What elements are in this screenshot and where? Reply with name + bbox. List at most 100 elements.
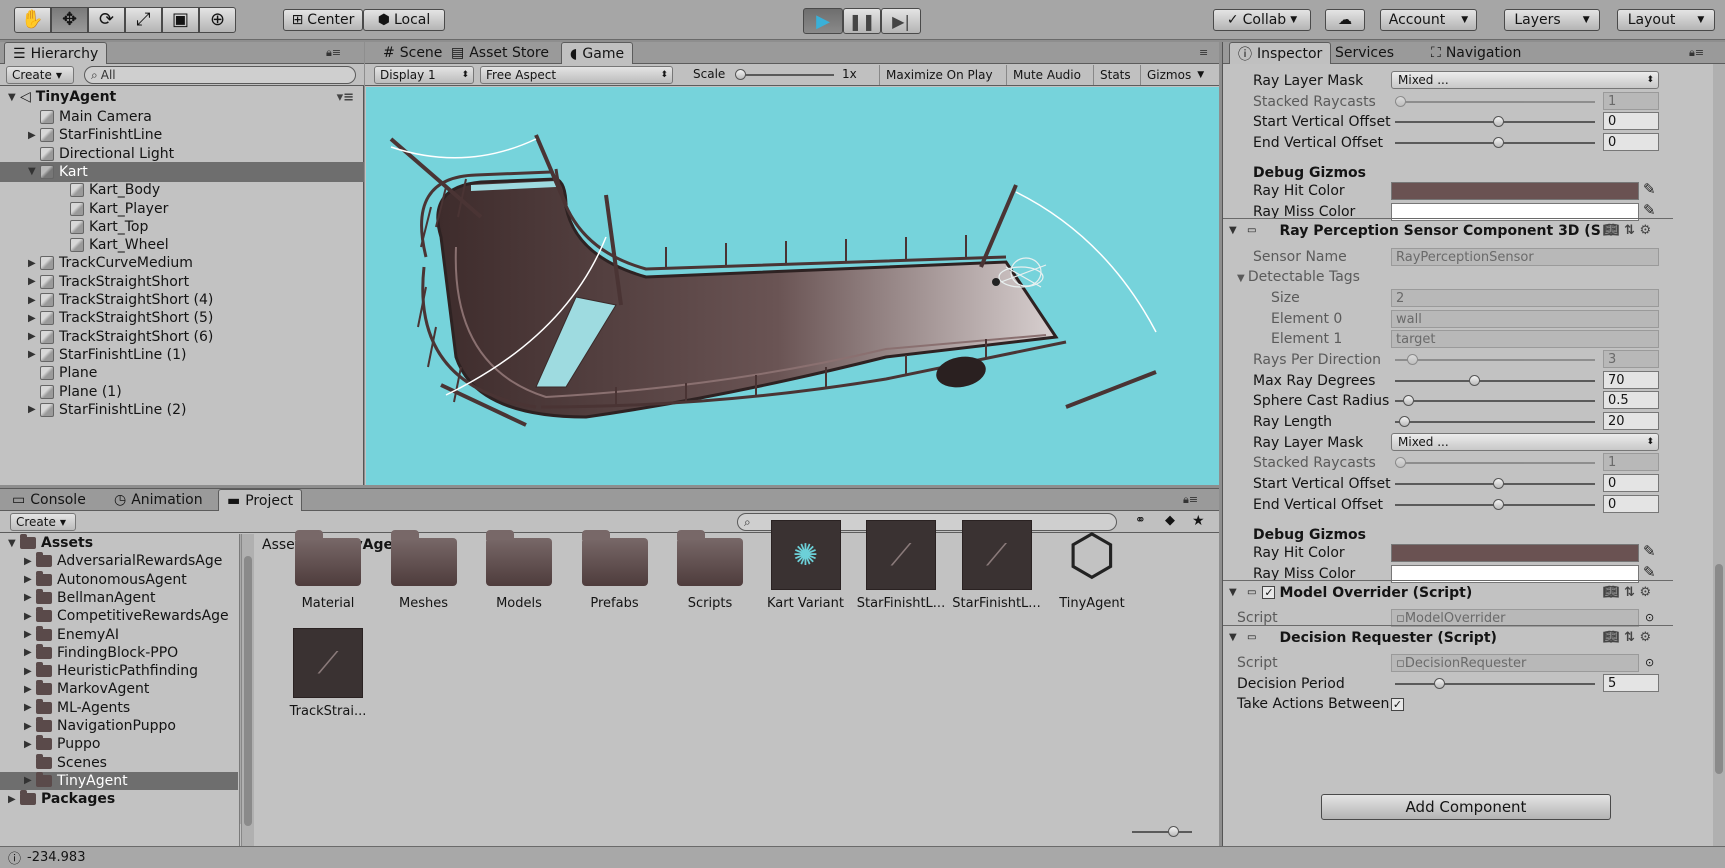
project-scrollbar[interactable] [241,534,254,847]
hierarchy-item[interactable]: ▼ Kart [0,161,364,182]
eyedropper-icon[interactable]: ✎ [1643,563,1656,581]
slider-knob[interactable] [1395,457,1406,468]
asset-item[interactable]: ⟋ TrackStrai... [288,628,368,719]
hierarchy-search-input[interactable]: ⌕ All [84,66,356,84]
tab-navigation[interactable]: ⛶ Navigation [1423,42,1529,64]
hierarchy-item[interactable]: ▶ TrackStraightShort (6) [0,327,364,347]
project-tree-item[interactable]: ▶ FindingBlock-PPO [0,643,238,662]
hierarchy-item[interactable]: ▶ TrackCurveMedium [0,253,364,273]
rect-tool-icon[interactable]: ▣ [162,7,199,33]
collapsed-arrow-icon[interactable]: ▶ [24,721,36,732]
asset-item[interactable]: ⬡ TinyAgent [1052,520,1132,612]
display-dropdown[interactable]: Display 1 ⬍ [374,66,474,84]
tab-services[interactable]: Services [1327,42,1402,64]
project-tree-item[interactable]: ▶ AutonomousAgent [0,570,238,589]
hierarchy-item[interactable]: Kart_Wheel [0,235,364,255]
property-slider[interactable] [1395,354,1595,365]
eyedropper-icon[interactable]: ✎ [1643,542,1656,560]
property-text-field[interactable]: target [1391,330,1659,348]
hierarchy-item[interactable]: Kart_Body [0,180,364,200]
move-tool-icon[interactable]: ✥ [51,7,88,33]
layers-dropdown[interactable]: Layers ▼ [1504,9,1600,31]
collapsed-arrow-icon[interactable]: ▶ [28,404,40,415]
favorite-star-icon[interactable]: ★ [1192,513,1205,529]
hierarchy-item[interactable]: ▶ TrackStraightShort (5) [0,308,364,328]
inspector-scrollbar[interactable] [1713,64,1725,846]
tab-inspector[interactable]: ⓘ Inspector [1229,42,1332,64]
tab-project[interactable]: ▬ Project [218,489,303,511]
expanded-arrow-icon[interactable]: ▼ [8,538,20,549]
pause-button[interactable]: ❚❚ [843,8,881,34]
project-tree-item[interactable]: ▶ Packages [0,790,238,808]
filter-type-icon[interactable]: ⚭ [1135,513,1146,528]
property-number-field[interactable]: 3 [1603,350,1659,368]
tab-scene[interactable]: # Scene [375,42,450,64]
eyedropper-icon[interactable]: ✎ [1643,180,1656,198]
collapsed-arrow-icon[interactable]: ▶ [28,276,40,287]
collapsed-arrow-icon[interactable]: ▶ [24,684,36,695]
panel-menu-icon[interactable]: ≡ [1199,46,1208,59]
hierarchy-item[interactable]: Main Camera [0,107,364,127]
collapsed-arrow-icon[interactable]: ▶ [28,313,40,324]
collapsed-arrow-icon[interactable]: ▶ [24,702,36,713]
tab-game[interactable]: ◖ Game [561,42,634,64]
script-object-field[interactable]: ▫ DecisionRequester [1391,654,1639,672]
ray-hit-color-field[interactable] [1391,544,1639,562]
mute-audio-toggle[interactable]: Mute Audio [1006,65,1087,85]
game-viewport[interactable] [366,87,1219,485]
asset-item[interactable]: Prefabs [575,520,655,611]
component-enabled-checkbox[interactable]: ✓ [1262,586,1276,599]
status-message[interactable]: -234.983 [27,850,85,865]
property-slider[interactable] [1395,478,1595,489]
collapsed-arrow-icon[interactable]: ▶ [8,794,20,805]
property-slider[interactable] [1395,678,1595,689]
collapsed-arrow-icon[interactable]: ▶ [24,666,36,677]
collapsed-arrow-icon[interactable]: ▶ [24,775,36,786]
collapsed-arrow-icon[interactable]: ▶ [28,295,40,306]
slider-knob[interactable] [1493,478,1504,489]
create-dropdown[interactable]: Create ▼ [6,66,74,84]
asset-item[interactable]: ⟋ StarFinishtL... [857,520,945,611]
hierarchy-item[interactable]: Kart_Top [0,217,364,237]
pivot-local-button[interactable]: ⬢ Local [363,9,445,31]
slider-knob[interactable] [1434,678,1446,689]
slider-knob[interactable] [1395,96,1406,107]
component-settings-icons[interactable]: 📖︎ ⇅ ⚙ [1603,585,1651,600]
thumbnail-size-slider[interactable] [1132,826,1192,837]
property-slider[interactable] [1395,416,1595,427]
object-picker-icon[interactable]: ⊙ [1645,611,1654,624]
asset-item[interactable]: Models [479,520,559,611]
hierarchy-item[interactable]: Kart_Player [0,199,364,219]
project-tree-item[interactable]: ▶ TinyAgent [0,771,238,790]
hierarchy-item[interactable]: Plane [0,363,364,383]
asset-item[interactable]: ⟋ StarFinishtL... [952,520,1041,611]
collapsed-arrow-icon[interactable]: ▶ [28,349,40,360]
thumbnail-size-knob[interactable] [1168,826,1179,837]
hierarchy-item[interactable]: ▶ TrackStraightShort [0,272,364,292]
property-number-field[interactable]: 1 [1603,92,1659,110]
component-settings-icons[interactable]: 📖︎ ⇅ ⚙ [1603,630,1651,645]
property-slider[interactable] [1395,96,1595,107]
property-slider[interactable] [1395,116,1595,127]
take-actions-between-checkbox[interactable]: ✓ [1391,698,1404,711]
property-text-field[interactable]: wall [1391,310,1659,328]
project-tree-item[interactable]: ▶ EnemyAI [0,625,238,644]
maximize-on-play-toggle[interactable]: Maximize On Play [879,65,999,85]
property-number-field[interactable]: 70 [1603,371,1659,389]
object-picker-icon[interactable]: ⊙ [1645,656,1654,669]
expanded-arrow-icon[interactable]: ▼ [1229,587,1241,598]
scene-menu-icon[interactable]: ▾≡ [337,90,354,105]
asset-item[interactable]: Material [288,520,368,611]
project-tree-item[interactable]: ▶ CompetitiveRewardsAge [0,607,238,625]
component-header[interactable]: ▼ ▭ Ray Perception Sensor Component 3D (S 📖… [1223,218,1673,242]
collapsed-arrow-icon[interactable]: ▶ [28,130,40,141]
scale-tool-icon[interactable]: ⤢ [125,7,162,33]
collapsed-arrow-icon[interactable]: ▶ [28,258,40,269]
property-slider[interactable] [1395,137,1595,148]
component-header[interactable]: ▼ ▭ ✓ Model Overrider (Script) 📖︎ ⇅ ⚙ [1223,580,1673,604]
component-settings-icons[interactable]: 📖︎ ⇅ ⚙ [1603,223,1651,238]
project-tree-item[interactable]: ▶ NavigationPuppo [0,717,238,735]
project-tree-item[interactable]: ▼ Assets [0,534,238,552]
gizmos-dropdown[interactable]: Gizmos ▼ [1140,65,1210,85]
project-tree-item[interactable]: ▶ BellmanAgent [0,588,238,607]
